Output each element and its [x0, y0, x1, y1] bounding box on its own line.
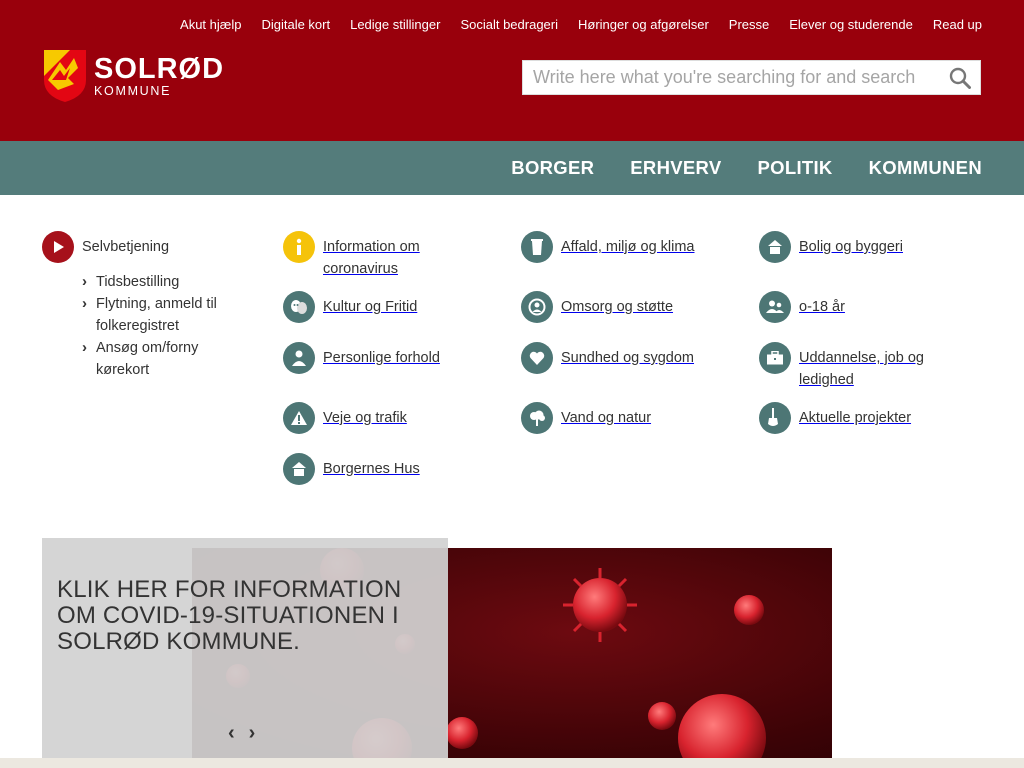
util-link-elever[interactable]: Elever og studerende: [789, 17, 913, 32]
hero-title[interactable]: KLIK HER FOR INFORMATION OM COVID-19-SIT…: [57, 577, 437, 655]
search-box: [522, 60, 981, 95]
category-uddannelse[interactable]: Uddannelse, job og ledighed: [759, 342, 959, 391]
nav-kommunen[interactable]: KOMMUNEN: [869, 157, 982, 179]
slider-arrows: ‹ ›: [228, 722, 255, 745]
theater-masks-icon: [283, 291, 315, 323]
util-link-horinger[interactable]: Høringer og afgørelser: [578, 17, 709, 32]
category-label: Vand og natur: [561, 410, 652, 426]
selfservice-list: Tidsbestilling Flytning, anmeld til folk…: [82, 271, 242, 381]
road-icon: [283, 402, 315, 434]
selfservice-panel: Selvbetjening Tidsbestilling Flytning, a…: [42, 231, 242, 381]
category-vand[interactable]: Vand og natur: [521, 402, 721, 434]
nav-politik[interactable]: POLITIK: [758, 157, 833, 179]
slider-prev-button[interactable]: ‹: [228, 722, 235, 745]
category-personlige[interactable]: Personlige forhold: [283, 342, 483, 374]
hero-caption-box: KLIK HER FOR INFORMATION OM COVID-19-SIT…: [42, 538, 448, 758]
hero-slider[interactable]: KLIK HER FOR INFORMATION OM COVID-19-SIT…: [42, 538, 832, 758]
category-sundhed[interactable]: Sundhed og sygdom: [521, 342, 721, 374]
category-veje[interactable]: Veje og trafik: [283, 402, 483, 434]
nav-borger[interactable]: BORGER: [511, 157, 594, 179]
util-link-kort[interactable]: Digitale kort: [261, 17, 330, 32]
main-nav: BORGER ERHVERV POLITIK KOMMUNEN: [0, 141, 1024, 195]
category-label: Information om coronavirus: [323, 239, 420, 277]
util-link-stillinger[interactable]: Ledige stillinger: [350, 17, 440, 32]
logo-sub-text: KOMMUNE: [94, 83, 172, 98]
site-header: Akut hjælp Digitale kort Ledige stilling…: [0, 0, 1024, 141]
category-kultur[interactable]: Kultur og Fritid: [283, 291, 483, 323]
care-icon: [521, 291, 553, 323]
site-logo[interactable]: SOLRØD KOMMUNE: [44, 50, 224, 102]
util-link-readup[interactable]: Read up: [933, 17, 982, 32]
util-link-bedrageri[interactable]: Socialt bedrageri: [460, 17, 558, 32]
category-label: Bolig og byggeri: [799, 239, 903, 255]
house-icon: [283, 453, 315, 485]
category-label: Uddannelse, job og ledighed: [799, 350, 924, 388]
tree-icon: [521, 402, 553, 434]
footer-strip: [0, 758, 1024, 768]
category-0-18[interactable]: o-18 år: [759, 291, 959, 323]
category-label: Omsorg og støtte: [561, 299, 674, 315]
waste-bin-icon: [521, 231, 553, 263]
category-label: Aktuelle projekter: [799, 410, 912, 426]
coat-of-arms-icon: [44, 50, 86, 102]
heart-icon: [521, 342, 553, 374]
category-omsorg[interactable]: Omsorg og støtte: [521, 291, 721, 323]
search-button[interactable]: [940, 61, 980, 94]
shovel-icon: [759, 402, 791, 434]
category-coronavirus[interactable]: Information om coronavirus: [283, 231, 483, 280]
selfservice-item[interactable]: Tidsbestilling: [82, 271, 242, 293]
person-icon: [283, 342, 315, 374]
category-label: Kultur og Fritid: [323, 299, 418, 315]
category-borgernes-hus[interactable]: Borgernes Hus: [283, 453, 483, 485]
category-label: Sundhed og sygdom: [561, 350, 695, 366]
nav-erhverv[interactable]: ERHVERV: [630, 157, 721, 179]
category-label: Borgernes Hus: [323, 461, 420, 477]
slider-next-button[interactable]: ›: [249, 722, 256, 745]
category-label: Veje og trafik: [323, 410, 407, 426]
search-input[interactable]: [523, 61, 940, 94]
briefcase-icon: [759, 342, 791, 374]
util-link-presse[interactable]: Presse: [729, 17, 769, 32]
category-label: Affald, miljø og klima: [561, 239, 695, 255]
logo-main-text: SOLRØD: [94, 52, 225, 85]
selfservice-link[interactable]: Selvbetjening: [42, 231, 242, 263]
util-link-akut[interactable]: Akut hjælp: [180, 17, 241, 32]
category-affald[interactable]: Affald, miljø og klima: [521, 231, 721, 263]
search-icon: [949, 67, 971, 89]
category-bolig[interactable]: Bolig og byggeri: [759, 231, 959, 263]
utility-nav: Akut hjælp Digitale kort Ledige stilling…: [180, 17, 982, 32]
selfservice-label: Selvbetjening: [82, 239, 170, 255]
selfservice-item[interactable]: Ansøg om/forny kørekort: [82, 337, 242, 381]
logo-text: SOLRØD KOMMUNE: [94, 52, 225, 98]
category-label: o-18 år: [799, 299, 845, 315]
house-icon: [759, 231, 791, 263]
play-icon: [42, 231, 74, 263]
category-label: Personlige forhold: [323, 350, 440, 366]
category-projekter[interactable]: Aktuelle projekter: [759, 402, 959, 434]
children-icon: [759, 291, 791, 323]
info-icon: [283, 231, 315, 263]
selfservice-item[interactable]: Flytning, anmeld til folkeregistret: [82, 293, 242, 337]
